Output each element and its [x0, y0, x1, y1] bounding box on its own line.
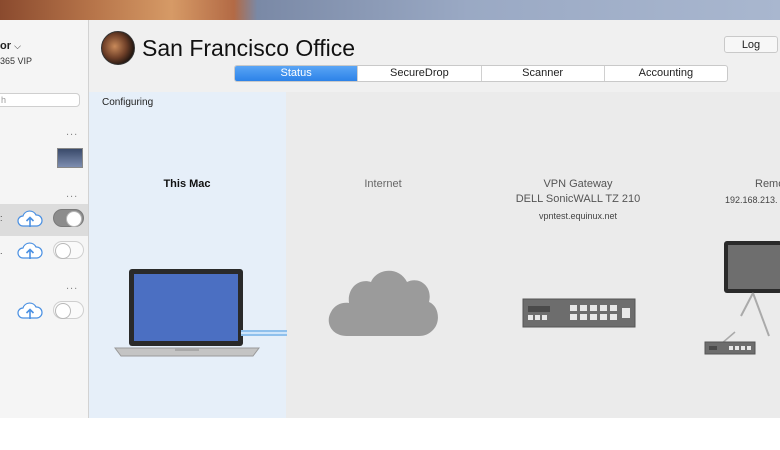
vpn-gateway-host: vpntest.equinux.net [538, 211, 618, 221]
cloud-upload-icon [17, 302, 43, 319]
toggle-knob [55, 303, 71, 319]
app-window: or ⌵ 365 VIP h ... ... : . ... San Franc… [0, 20, 780, 418]
more-button[interactable]: ... [66, 281, 78, 292]
chevron-down-icon: ⌵ [14, 41, 21, 51]
this-mac-label: This Mac [163, 178, 211, 190]
account-plan: 365 VIP [0, 56, 33, 66]
log-button[interactable]: Log [724, 36, 778, 53]
tab-status[interactable]: Status [235, 66, 358, 81]
laptop-icon [114, 269, 260, 357]
remote-network-address: 192.168.213. [725, 195, 778, 205]
vpn-gateway-model: DELL SonicWALL TZ 210 [515, 193, 641, 205]
desktop-background [0, 0, 780, 20]
tab-bar: Status SecureDrop Scanner Accounting [234, 65, 728, 82]
account-name-label: or [0, 40, 11, 52]
this-mac-column [89, 92, 286, 418]
connection-toggle[interactable] [53, 209, 84, 227]
vpn-gateway-label: VPN Gateway [543, 178, 613, 190]
remote-network-label: Remote Net [755, 178, 780, 190]
row-marker: . [0, 246, 3, 256]
cloud-icon [328, 270, 438, 336]
router-icon [522, 298, 636, 328]
more-button[interactable]: ... [66, 127, 78, 138]
avatar [101, 31, 135, 65]
tab-scanner[interactable]: Scanner [480, 66, 604, 81]
tab-securedrop[interactable]: SecureDrop [357, 66, 480, 81]
connection-status-text: Configuring [102, 97, 154, 108]
search-input[interactable]: h [0, 93, 80, 107]
network-computer-icon [704, 241, 780, 355]
account-name[interactable]: or ⌵ [0, 40, 21, 52]
page-title: San Francisco Office [142, 35, 356, 61]
internet-label: Internet [364, 178, 402, 190]
tab-accounting[interactable]: Accounting [603, 66, 727, 81]
cloud-upload-icon [17, 210, 43, 227]
toggle-knob [66, 211, 82, 227]
location-thumbnail [57, 148, 83, 168]
sidebar: or ⌵ 365 VIP h ... ... : . ... [0, 20, 89, 418]
status-panel: Configuring This Mac Internet VPN Gatewa… [89, 92, 780, 418]
more-button[interactable]: ... [66, 189, 78, 200]
cloud-upload-icon [17, 242, 43, 259]
connection-toggle[interactable] [53, 301, 84, 319]
connection-toggle[interactable] [53, 241, 84, 259]
toggle-knob [55, 243, 71, 259]
header: San Francisco Office Log Status SecureDr… [89, 20, 780, 92]
row-marker: : [0, 213, 3, 223]
connection-line [241, 330, 287, 336]
